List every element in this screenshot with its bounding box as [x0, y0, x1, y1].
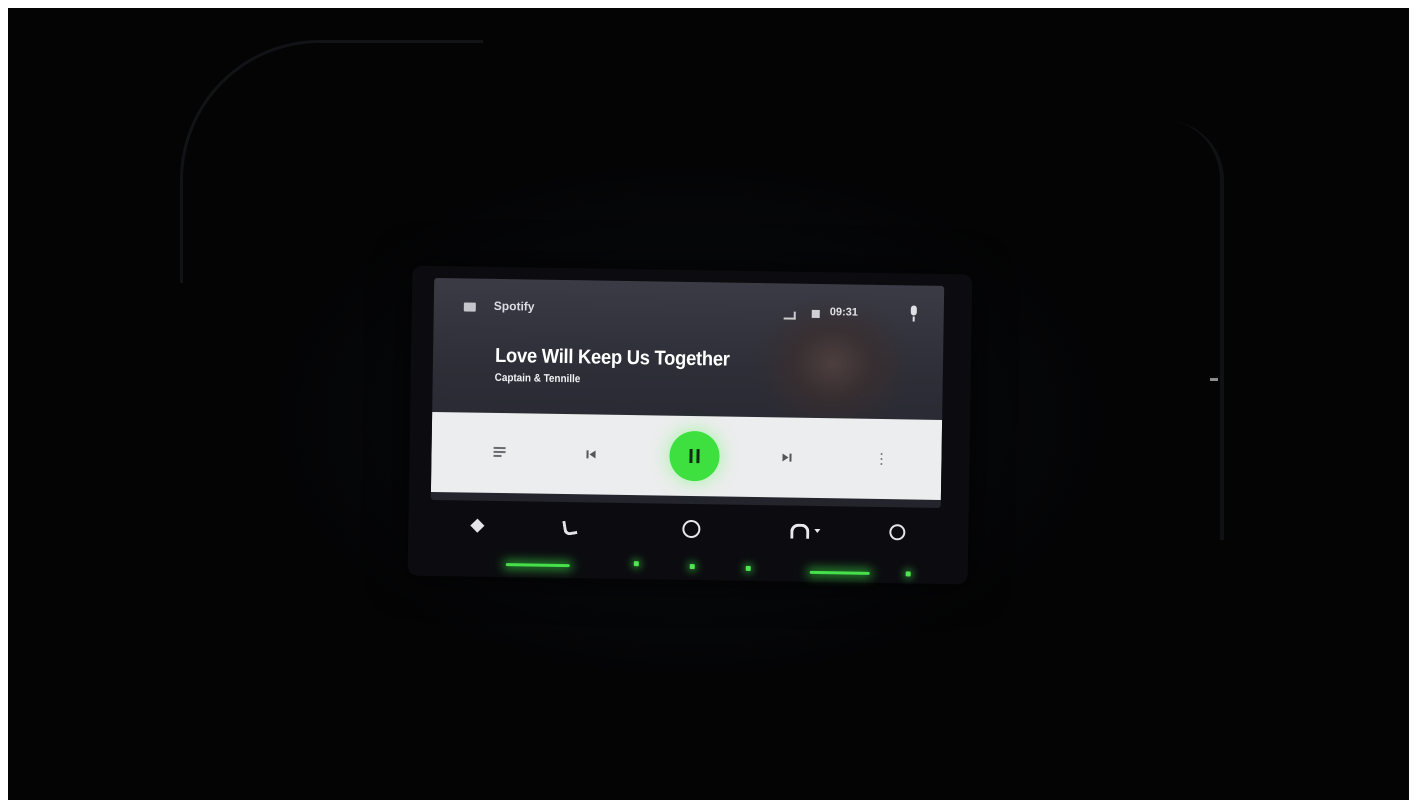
mic-icon[interactable] — [909, 305, 919, 323]
dashboard-indicator — [1210, 378, 1218, 381]
more-vert-icon — [880, 452, 883, 466]
skip-previous-icon — [586, 449, 596, 459]
hardware-button-glow[interactable] — [809, 570, 870, 575]
nav-phone-button[interactable] — [554, 512, 584, 542]
track-artist: Captain & Tennille — [494, 371, 581, 386]
bottom-nav-bar — [430, 504, 941, 556]
android-auto-display: Spotify 09:31 Love Will Keep Us Together… — [430, 277, 945, 508]
nav-recents-button[interactable] — [882, 517, 912, 547]
previous-button[interactable] — [571, 414, 612, 495]
more-options-button[interactable] — [861, 419, 902, 500]
navigation-icon — [470, 518, 485, 533]
head-unit: Spotify 09:31 Love Will Keep Us Together… — [407, 265, 973, 585]
phone-icon — [561, 518, 577, 536]
dashboard-trim — [180, 40, 483, 283]
status-time: 09:31 — [829, 306, 859, 319]
queue-button[interactable] — [481, 413, 522, 494]
pause-icon — [688, 448, 700, 464]
signal-icon — [783, 311, 796, 320]
menu-icon[interactable] — [463, 302, 476, 312]
app-name: Spotify — [493, 298, 535, 314]
recents-icon — [889, 524, 906, 541]
next-button[interactable] — [766, 417, 807, 498]
nav-home-button[interactable] — [676, 514, 706, 544]
home-icon — [682, 519, 701, 539]
hardware-button-glow[interactable] — [689, 564, 695, 570]
hardware-button-glow[interactable] — [905, 571, 911, 577]
nav-maps-button[interactable] — [462, 510, 492, 540]
skip-next-icon — [781, 452, 792, 462]
dashboard-trim — [1040, 120, 1224, 540]
play-pause-button[interactable] — [664, 416, 725, 497]
hardware-button-glow[interactable] — [505, 563, 570, 568]
track-title: Love Will Keep Us Together — [494, 344, 730, 371]
nav-audio-button[interactable] — [790, 516, 821, 546]
hardware-buttons — [488, 557, 928, 584]
chevron-down-icon — [814, 528, 821, 534]
queue-icon — [493, 446, 509, 459]
top-bar: Spotify 09:31 — [434, 278, 945, 330]
hardware-button-glow[interactable] — [633, 561, 639, 567]
battery-icon — [811, 309, 820, 319]
playback-controls — [430, 411, 943, 500]
headphones-icon — [790, 523, 810, 539]
car-dashboard-scene: Spotify 09:31 Love Will Keep Us Together… — [0, 0, 1417, 808]
hardware-button-glow[interactable] — [745, 565, 751, 571]
